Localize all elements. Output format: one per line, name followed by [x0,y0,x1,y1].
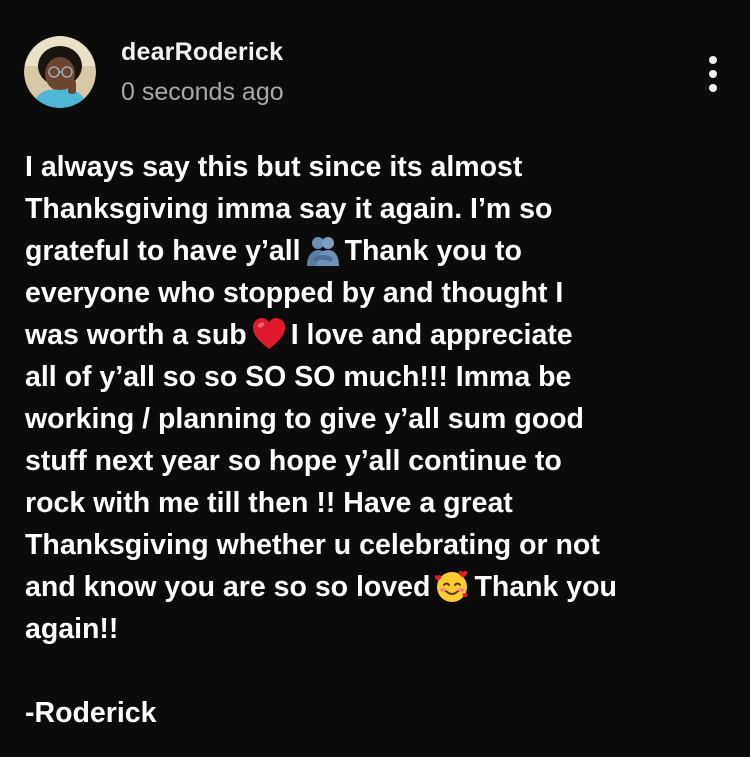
text-segment: all of y’all so so SO SO much!!! Imma be [25,361,572,393]
avatar[interactable] [24,36,96,108]
text-segment: everyone who stopped by and thought I [25,277,564,309]
post-text-line: was worth a sub I love and appreciate [25,314,725,356]
text-segment: stuff next year so hope y’all continue t… [25,445,562,477]
text-segment: and know you are so so loved [25,571,431,603]
post-text-line: everyone who stopped by and thought I [25,272,725,314]
post-text-line: stuff next year so hope y’all continue t… [25,440,725,482]
post-text-line: and know you are so so loved Thank you [25,566,725,608]
text-segment: working / planning to give y’all sum goo… [25,403,584,435]
post-text-line: I always say this but since its almost [25,146,725,188]
text-segment: I always say this but since its almost [25,151,523,183]
text-segment: was worth a sub [25,319,247,351]
post-text-line: rock with me till then !! Have a great [25,482,725,524]
post-text-line: Thanksgiving whether u celebrating or no… [25,524,725,566]
text-segment: Thanksgiving whether u celebrating or no… [25,529,600,561]
text-segment: I love and appreciate [290,319,573,351]
red-heart-emoji [251,316,287,352]
post-text-line: all of y’all so so SO SO much!!! Imma be [25,356,725,398]
more-vertical-icon-dot [709,84,717,92]
text-segment: Thanksgiving imma say it again. I’m so [25,193,553,225]
post-header: dearRoderick 0 seconds ago [24,36,726,112]
post-text-line: working / planning to give y’all sum goo… [25,398,725,440]
text-segment: grateful to have y’all [25,235,301,267]
post-body: I always say this but since its almost T… [25,146,725,734]
post-text-line: grateful to have y’all Thank you to [25,230,725,272]
more-options-button[interactable] [700,54,726,94]
author-name[interactable]: dearRoderick [121,38,283,67]
post-text-line: again!! [25,608,725,650]
text-segment: rock with me till then !! Have a great [25,487,513,519]
text-segment: Thank you to [344,235,522,267]
post-signature: -Roderick [25,692,725,734]
text-segment: -Roderick [25,697,157,729]
more-vertical-icon-dot [709,70,717,78]
text-segment: Thank you [474,571,617,603]
smiling-face-with-hearts-emoji [434,568,470,604]
text-segment: again!! [25,613,119,645]
post-timestamp: 0 seconds ago [121,78,284,106]
people-hugging-emoji [305,232,341,268]
more-vertical-icon [709,56,717,64]
post-text-line: Thanksgiving imma say it again. I’m so [25,188,725,230]
post-card: dearRoderick 0 seconds ago I always say … [0,0,750,757]
